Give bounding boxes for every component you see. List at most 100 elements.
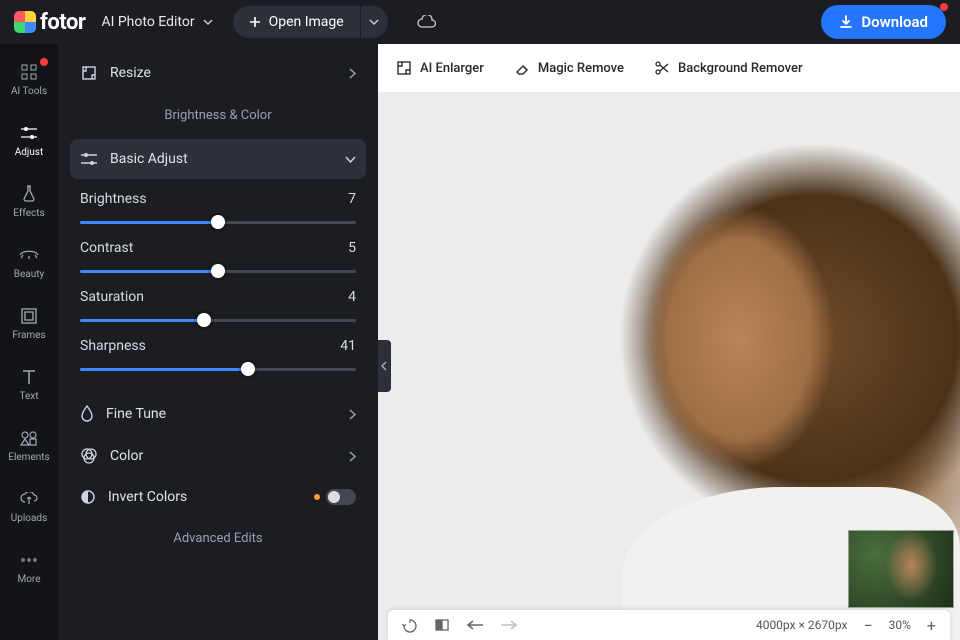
sidebar-item-text[interactable]: Text [0, 363, 58, 406]
chevron-right-icon [349, 409, 356, 420]
frame-icon [21, 306, 37, 326]
compare-button[interactable] [433, 616, 451, 634]
color-icon [80, 447, 98, 465]
text-icon [22, 367, 36, 387]
sidebar-item-more[interactable]: More [0, 546, 58, 589]
zoom-level: 30% [889, 618, 911, 632]
sidebar-label: AI Tools [11, 86, 47, 97]
download-button[interactable]: Download [821, 5, 946, 39]
undo-button[interactable] [465, 618, 485, 632]
left-toolbar: AI Tools Adjust Effects Beauty Frames Text Ele… [0, 44, 58, 640]
slider-value: 4 [348, 289, 356, 305]
ai-enlarger-label: AI Enlarger [420, 61, 484, 76]
invert-toggle[interactable] [326, 489, 356, 505]
flask-icon [22, 184, 36, 204]
bg-remover-button[interactable]: Background Remover [654, 60, 803, 76]
notification-dot-icon [40, 58, 48, 66]
sidebar-item-beauty[interactable]: Beauty [0, 241, 58, 284]
basic-adjust-section: Basic Adjust [70, 139, 366, 179]
adjust-panel: Resize Brightness & Color Basic Adjust B… [58, 44, 378, 640]
cloud-button[interactable] [404, 15, 448, 29]
sidebar-label: Frames [12, 330, 45, 341]
zoom-out-button[interactable]: − [861, 614, 874, 637]
notification-dot-icon [940, 3, 948, 11]
sidebar-item-ai-tools[interactable]: AI Tools [0, 58, 58, 101]
sidebar-label: Effects [13, 208, 44, 219]
chevron-right-icon [349, 451, 356, 462]
sidebar-label: Adjust [15, 147, 44, 158]
slider-track[interactable] [80, 319, 356, 322]
open-image-button[interactable]: Open Image [233, 14, 360, 30]
droplet-icon [80, 405, 94, 423]
slider-track[interactable] [80, 270, 356, 273]
magic-remove-label: Magic Remove [538, 61, 624, 76]
resize-icon [80, 64, 98, 82]
open-image-group: Open Image [233, 6, 388, 38]
eye-icon [19, 245, 39, 265]
canvas-status-bar: 4000px × 2670px − 30% + [388, 610, 950, 640]
slider-thumb[interactable] [197, 313, 211, 327]
navigator-preview[interactable] [848, 530, 954, 608]
premium-dot-icon [314, 494, 320, 500]
slider-label: Sharpness [80, 338, 146, 354]
sidebar-item-elements[interactable]: Elements [0, 424, 58, 467]
bg-remover-label: Background Remover [678, 61, 803, 76]
mode-label: AI Photo Editor [101, 14, 194, 30]
invert-colors-row: Invert Colors [70, 477, 366, 517]
open-image-label: Open Image [269, 14, 344, 30]
history-button[interactable] [400, 616, 419, 635]
scissors-icon [654, 60, 670, 76]
basic-adjust-label: Basic Adjust [110, 151, 188, 167]
dots-icon [20, 550, 38, 570]
invert-icon [80, 489, 96, 505]
slider-saturation: Saturation4 [70, 279, 366, 328]
slider-brightness: Brightness7 [70, 181, 366, 230]
slider-value: 41 [340, 338, 356, 354]
ai-tool-strip: AI Enlarger Magic Remove Background Remo… [378, 44, 960, 92]
slider-label: Brightness [80, 191, 147, 207]
color-row[interactable]: Color [70, 435, 366, 477]
open-image-dropdown[interactable] [360, 6, 388, 38]
upload-icon [20, 489, 38, 509]
ai-enlarger-button[interactable]: AI Enlarger [396, 60, 484, 76]
dimensions-label: 4000px × 2670px [756, 618, 848, 632]
sidebar-label: Elements [8, 452, 49, 463]
eraser-icon [514, 60, 530, 76]
color-label: Color [110, 448, 143, 464]
resize-label: Resize [110, 65, 151, 81]
invert-label: Invert Colors [108, 489, 187, 505]
mode-dropdown[interactable]: AI Photo Editor [101, 14, 212, 30]
shapes-icon [20, 428, 38, 448]
sidebar-item-frames[interactable]: Frames [0, 302, 58, 345]
slider-label: Contrast [80, 240, 133, 256]
sliders-icon [20, 123, 38, 143]
fine-tune-label: Fine Tune [106, 406, 166, 422]
fine-tune-row[interactable]: Fine Tune [70, 393, 366, 435]
slider-thumb[interactable] [211, 215, 225, 229]
image-canvas[interactable]: 4000px × 2670px − 30% + [378, 92, 960, 640]
chevron-down-icon [345, 156, 356, 163]
slider-track[interactable] [80, 221, 356, 224]
download-label: Download [861, 13, 928, 31]
sidebar-item-adjust[interactable]: Adjust [0, 119, 58, 162]
collapse-panel-button[interactable] [378, 340, 391, 392]
brand-logo[interactable]: fotor [14, 10, 85, 35]
slider-thumb[interactable] [241, 362, 255, 376]
logo-mark-icon [14, 11, 36, 33]
slider-thumb[interactable] [211, 264, 225, 278]
resize-row[interactable]: Resize [70, 52, 366, 94]
app-header: fotor AI Photo Editor Open Image Downloa… [0, 0, 960, 44]
download-icon [839, 15, 853, 29]
basic-adjust-header[interactable]: Basic Adjust [70, 139, 366, 179]
chevron-down-icon [203, 19, 213, 25]
redo-button[interactable] [499, 618, 519, 632]
section-brightness-color: Brightness & Color [70, 94, 366, 137]
slider-track[interactable] [80, 368, 356, 371]
zoom-in-button[interactable]: + [925, 614, 938, 637]
sparkle-icon [20, 62, 38, 82]
sidebar-item-effects[interactable]: Effects [0, 180, 58, 223]
magic-remove-button[interactable]: Magic Remove [514, 60, 624, 76]
sidebar-item-uploads[interactable]: Uploads [0, 485, 58, 528]
section-advanced-edits: Advanced Edits [70, 517, 366, 560]
enlarge-icon [396, 60, 412, 76]
